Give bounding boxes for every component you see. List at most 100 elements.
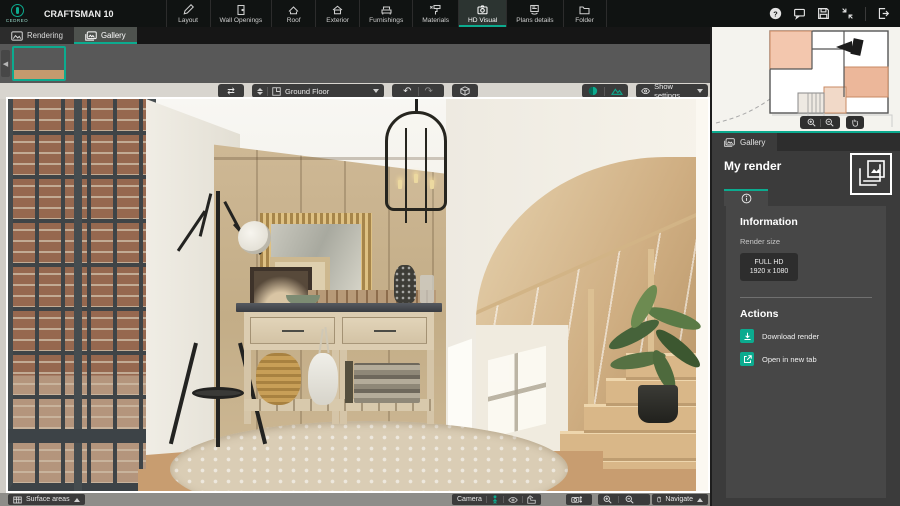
gallery-panel-body: My render Information Render size FULL H… (712, 151, 900, 498)
render-console-leg (244, 350, 251, 424)
chevron-down-icon (697, 89, 703, 93)
render-sunlight-window-patch (488, 345, 546, 439)
menu-item-hd-visual[interactable]: HD Visual (458, 0, 507, 27)
minimap-zoom-out-icon[interactable] (825, 118, 834, 127)
stacked-renders-icon (850, 153, 892, 195)
feedback-icon[interactable] (793, 7, 806, 20)
show-settings-button[interactable]: Show settings (636, 82, 708, 100)
table-grid-icon (13, 496, 22, 503)
floor-stepper[interactable] (257, 87, 263, 95)
tab-gallery[interactable]: Gallery (73, 27, 137, 44)
minimap-zoom-group (800, 116, 840, 129)
open-in-new-tab-action[interactable]: Open in new tab (740, 352, 872, 366)
external-link-icon (740, 352, 754, 366)
mouse-icon (657, 496, 662, 503)
tab-rendering[interactable]: Rendering (0, 27, 74, 44)
right-panel: Gallery My render Information Render siz… (710, 27, 900, 506)
menu-item-exterior[interactable]: Exterior (315, 0, 359, 27)
cedreo-logo-text: CEDREO (5, 18, 29, 23)
render-lantern-bar (405, 128, 407, 223)
render-plant-pot (638, 385, 678, 423)
redo-icon[interactable]: ↷ (425, 86, 433, 97)
gallery-thumbnail-strip: ◀ (0, 44, 710, 83)
download-icon (740, 329, 754, 343)
zoom-in-icon[interactable] (603, 495, 612, 504)
surface-areas-button[interactable]: Surface areas (8, 494, 85, 505)
chevron-down-icon (373, 89, 379, 93)
swap-view-button[interactable]: ⇄ (218, 84, 244, 98)
top-menu: Layout Wall Openings Roof Exterior Furni… (165, 0, 607, 27)
help-icon[interactable]: ? (769, 7, 782, 20)
render-thumbnail-floor (14, 69, 64, 79)
render-lantern-cage (385, 111, 447, 223)
gallery-panel-tab[interactable]: Gallery (712, 133, 778, 151)
zoom-out-icon[interactable] (625, 495, 634, 504)
menu-item-materials[interactable]: Materials (412, 0, 458, 27)
gallery-icon (85, 30, 97, 41)
save-icon[interactable] (817, 7, 830, 20)
render-console-body (244, 312, 434, 350)
info-icon (741, 193, 751, 204)
paint-roller-icon (429, 4, 442, 16)
house-icon (331, 4, 344, 16)
menu-item-plans-details[interactable]: Plans details (506, 0, 562, 27)
download-render-action[interactable]: Download render (740, 329, 872, 343)
render-door-rail (8, 429, 156, 443)
strip-scroll-left-icon[interactable]: ◀ (1, 50, 10, 77)
cedreo-logo[interactable]: CEDREO (0, 0, 34, 27)
render-log-shelf (308, 290, 436, 303)
view-tab-bar: Rendering Gallery (0, 27, 710, 44)
capture-button[interactable] (452, 84, 478, 98)
project-name: CRAFTSMAN 10 (44, 8, 114, 19)
armchair-icon (380, 4, 393, 16)
info-tab[interactable] (724, 189, 768, 206)
floor-selector[interactable]: Ground Floor (252, 84, 384, 98)
roof-icon (287, 4, 300, 16)
card-divider (740, 297, 872, 298)
menu-item-folder[interactable]: Folder (562, 0, 607, 27)
daylight-icon[interactable] (588, 86, 598, 96)
cedreo-app-window: CEDREO CRAFTSMAN 10 Layout Wall Openings… (0, 0, 900, 506)
plan-hand-icon (528, 4, 541, 16)
render-thumbnail-selected[interactable] (12, 46, 66, 81)
gallery-tab-row: Gallery (712, 133, 900, 151)
exit-icon[interactable] (877, 7, 890, 20)
information-heading: Information (740, 216, 798, 228)
render-drawer-handle (281, 330, 304, 332)
actions-heading: Actions (740, 308, 779, 320)
dollhouse-view-icon[interactable] (527, 495, 536, 504)
render-drawer-handle (373, 330, 396, 332)
render-potted-plant (605, 281, 706, 431)
menu-item-roof[interactable]: Roof (271, 0, 315, 27)
navigate-button[interactable]: Navigate (652, 494, 708, 505)
image-icon (11, 30, 23, 41)
environment-icon[interactable] (610, 86, 623, 96)
person-view-icon[interactable] (491, 495, 499, 504)
collapse-icon[interactable] (841, 7, 854, 20)
render-patterned-vase (394, 265, 416, 303)
camera-mode-group: Camera (452, 494, 541, 505)
menu-item-layout[interactable]: Layout (165, 0, 210, 27)
birdview-icon[interactable] (508, 496, 518, 504)
hd-render-image[interactable] (8, 99, 708, 491)
minimap-zoom-in-icon[interactable] (807, 118, 816, 127)
top-menu-bar: CEDREO CRAFTSMAN 10 Layout Wall Openings… (0, 0, 900, 27)
render-size-button[interactable]: FULL HD 1920 x 1080 (740, 253, 798, 281)
swap-icon: ⇄ (227, 85, 235, 96)
render-pendant-lantern (384, 99, 450, 223)
floor-plan-minimap[interactable] (712, 27, 900, 131)
render-lantern-candle (398, 180, 402, 189)
menu-item-furnishings[interactable]: Furnishings (359, 0, 412, 27)
door-icon (235, 4, 247, 16)
camera-height-button[interactable] (566, 494, 592, 505)
minimap-pan-button[interactable] (846, 116, 864, 129)
render-canvas-frame (6, 97, 710, 493)
floor-selector-value: Ground Floor (285, 86, 330, 96)
undo-icon[interactable]: ↶ (403, 86, 411, 97)
render-console-table (236, 265, 442, 435)
floor-plan-icon (272, 86, 281, 96)
menu-item-wall-openings[interactable]: Wall Openings (209, 0, 272, 27)
zoom-group (598, 494, 650, 505)
pencil-icon (182, 4, 195, 16)
render-glass-vase (420, 275, 434, 303)
